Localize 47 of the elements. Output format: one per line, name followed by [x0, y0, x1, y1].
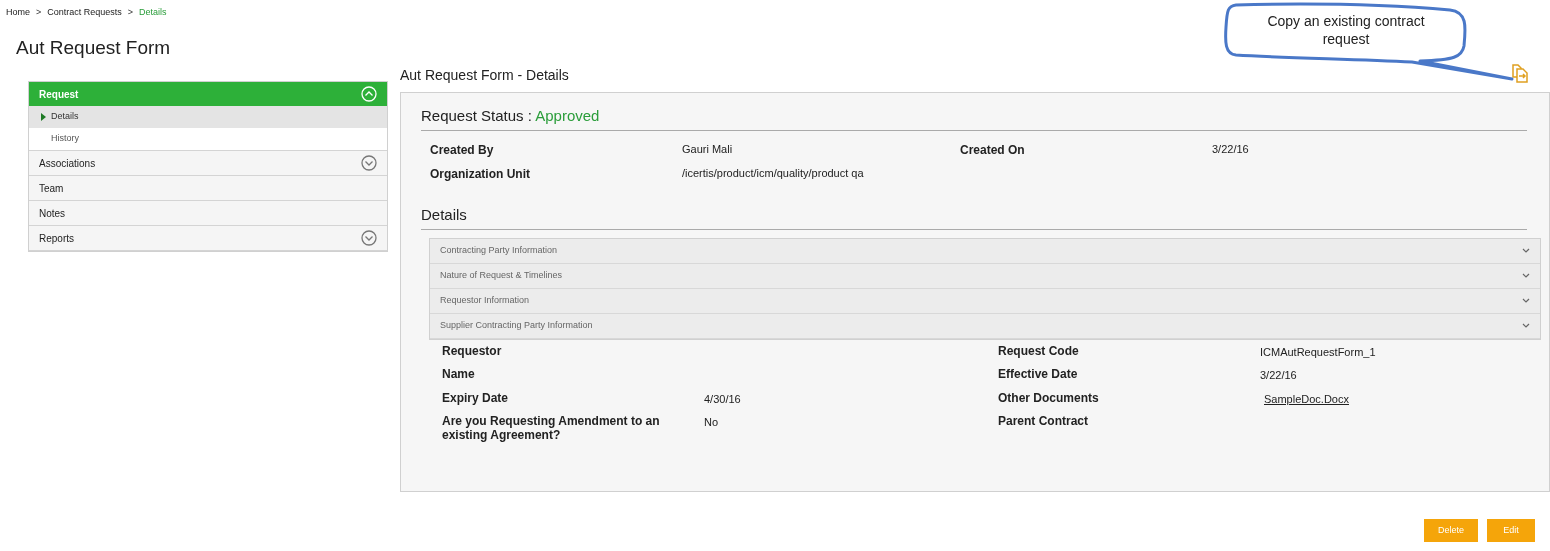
- sidebar-item[interactable]: Team: [29, 176, 387, 200]
- sidebar-subitem[interactable]: History: [29, 128, 387, 150]
- field-value: ICMAutRequestForm_1: [1260, 345, 1376, 358]
- field-label: Expiry Date: [442, 390, 510, 407]
- expand-icon[interactable]: [361, 155, 377, 171]
- field-label: Organization Unit: [430, 165, 531, 183]
- page-title: Aut Request Form: [16, 35, 171, 60]
- chevron-down-icon: [1522, 298, 1530, 303]
- field-label: Are you Requesting Amendment to an existing Agreement?: [442, 414, 661, 442]
- field-label: Effective Date: [998, 367, 1079, 383]
- field-label: Parent Contract: [998, 414, 1090, 430]
- sidebar-item[interactable]: Notes: [29, 201, 387, 225]
- accordion-header[interactable]: Nature of Request & Timelines: [430, 263, 1540, 289]
- callout-text: Copy an existing contract request: [1266, 12, 1426, 48]
- breadcrumb-link[interactable]: Details: [139, 6, 167, 20]
- section-title: Aut Request Form - Details: [400, 66, 569, 85]
- request-status: Request Status : Approved: [421, 107, 600, 124]
- field-value: 3/22/16: [1212, 141, 1250, 157]
- chevron-down-icon: [1522, 323, 1530, 328]
- breadcrumb-separator: >: [127, 6, 134, 19]
- sidebar-item[interactable]: Reports: [29, 226, 387, 250]
- accordion-header[interactable]: Contracting Party Information: [430, 238, 1540, 264]
- breadcrumb-link[interactable]: Home: [6, 6, 30, 20]
- field-label: Requestor: [442, 343, 503, 360]
- field-label: Name: [442, 367, 476, 383]
- expand-icon[interactable]: [361, 230, 377, 246]
- field-value: No: [704, 416, 719, 428]
- breadcrumb-separator: >: [36, 6, 42, 19]
- accordion-header[interactable]: Requestor Information: [430, 288, 1540, 314]
- chevron-down-icon: [1522, 273, 1530, 278]
- sidebar-item[interactable]: Associations: [29, 151, 387, 175]
- collapse-icon[interactable]: [361, 86, 377, 102]
- breadcrumb-link[interactable]: Contract Requests: [47, 6, 122, 20]
- field-value: 3/22/16: [1260, 369, 1297, 381]
- sidebar-subitem[interactable]: Details: [29, 106, 387, 128]
- chevron-down-icon: [1522, 248, 1530, 253]
- field-value: 4/30/16: [704, 392, 741, 405]
- field-label: Created By: [430, 141, 495, 159]
- field-label: Created On: [960, 141, 1026, 159]
- details-heading: Details: [421, 205, 467, 223]
- field-value: /icertis/product/icm/quality/product qa: [682, 165, 865, 181]
- accordion-header[interactable]: Supplier Contracting Party Information: [430, 313, 1540, 339]
- field-label: Other Documents: [998, 390, 1100, 407]
- document-link[interactable]: SampleDoc.Docx: [1264, 392, 1349, 405]
- arrow-icon: [41, 113, 46, 121]
- field-label: Request Code: [998, 343, 1080, 360]
- field-value: Gauri Mali: [682, 141, 734, 157]
